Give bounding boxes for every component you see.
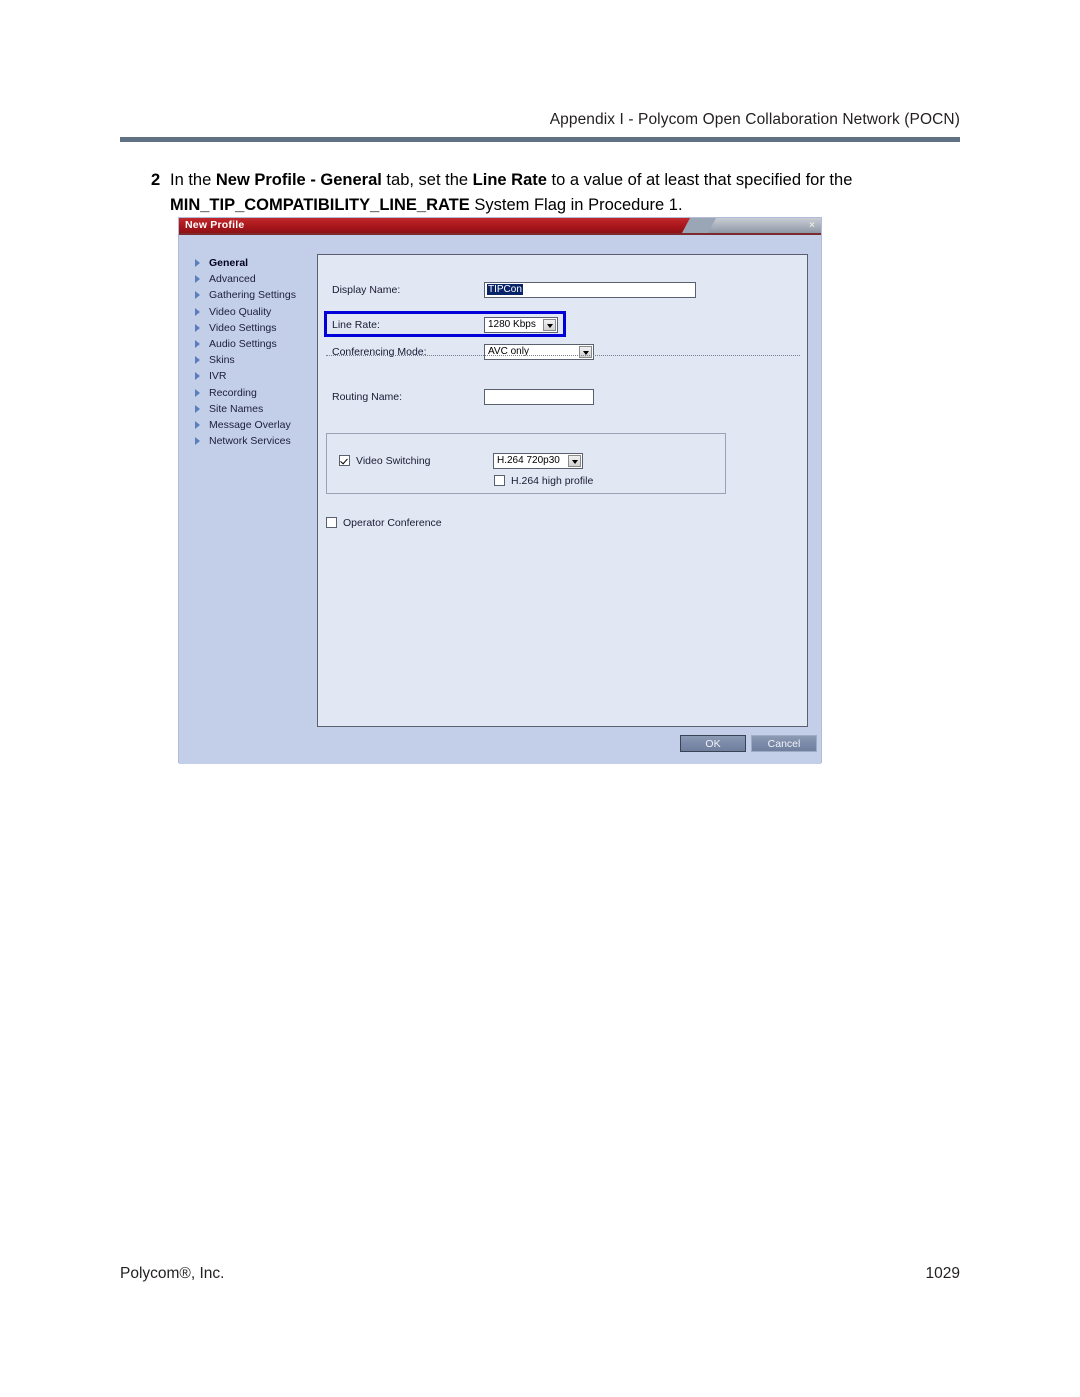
cancel-button[interactable]: Cancel: [751, 735, 817, 752]
footer-company: Polycom®, Inc.: [120, 1265, 225, 1282]
conferencing-mode-row: Conferencing Mode: AVC only: [332, 344, 792, 362]
video-switching-label: Video Switching: [356, 455, 431, 467]
line-rate-row: Line Rate: 1280 Kbps: [332, 317, 632, 335]
sidebar-item-message-overlay[interactable]: Message Overlay: [193, 417, 319, 433]
step-text-part-3: to a value of at least that specified fo…: [546, 171, 853, 189]
video-switching-groupbox: Video Switching H.264 720p30 H.264 high …: [326, 433, 726, 494]
h264-high-profile-label: H.264 high profile: [511, 475, 594, 487]
sidebar-item-video-settings[interactable]: Video Settings: [193, 320, 319, 336]
new-profile-dialog: New Profile × General Advanced Gathering…: [178, 217, 822, 764]
conferencing-mode-dropdown[interactable]: AVC only: [484, 344, 594, 360]
titlebar-red-band: [179, 218, 699, 233]
sidebar-item-label: Advanced: [209, 273, 256, 286]
sidebar-item-label: Skins: [209, 354, 235, 367]
sidebar-item-recording[interactable]: Recording: [193, 385, 319, 401]
chevron-right-icon: [195, 339, 200, 348]
page-header-title: Appendix I - Polycom Open Collaboration …: [549, 111, 960, 128]
chevron-down-icon[interactable]: [543, 319, 556, 331]
sidebar-item-label: IVR: [209, 370, 227, 383]
dialog-content-panel: Display Name: TIPCon Line Rate: 1280 Kbp…: [317, 254, 808, 727]
routing-name-input[interactable]: [484, 389, 594, 405]
operator-conference-checkbox[interactable]: [326, 517, 337, 528]
chevron-right-icon: [195, 275, 200, 284]
section-divider: [326, 355, 800, 357]
sidebar-item-advanced[interactable]: Advanced: [193, 271, 319, 287]
sidebar-item-label: Site Names: [209, 402, 264, 415]
step-bold-new-profile-general: New Profile - General: [215, 171, 382, 189]
line-rate-label: Line Rate:: [332, 319, 380, 331]
sidebar-item-gathering-settings[interactable]: Gathering Settings: [193, 287, 319, 303]
routing-name-label: Routing Name:: [332, 391, 403, 403]
h264-high-profile-checkbox[interactable]: [494, 475, 505, 486]
line-rate-dropdown[interactable]: 1280 Kbps: [484, 317, 558, 333]
step-text-part-2: tab, set the: [381, 171, 473, 189]
header-divider-rule: [120, 137, 960, 142]
sidebar-item-label: Network Services: [209, 435, 291, 448]
chevron-right-icon: [195, 372, 200, 381]
chevron-right-icon: [195, 356, 200, 365]
sidebar-item-label: General: [209, 257, 249, 269]
footer-page-number: 1029: [925, 1265, 960, 1282]
routing-name-row: Routing Name:: [332, 389, 792, 407]
sidebar-item-audio-settings[interactable]: Audio Settings: [193, 336, 319, 352]
video-switching-resolution-value: H.264 720p30: [497, 455, 560, 466]
display-name-input[interactable]: TIPCon: [484, 282, 696, 298]
step-paragraph: 2 In the New Profile - General tab, set …: [120, 168, 970, 218]
dialog-body: General Advanced Gathering Settings Vide…: [179, 235, 821, 764]
display-name-row: Display Name: TIPCon: [332, 282, 792, 300]
dialog-title: New Profile: [185, 219, 245, 231]
chevron-right-icon: [195, 291, 200, 300]
sidebar-item-ivr[interactable]: IVR: [193, 368, 319, 384]
sidebar-item-skins[interactable]: Skins: [193, 352, 319, 368]
video-switching-checkbox[interactable]: [339, 455, 350, 466]
chevron-right-icon: [195, 323, 200, 332]
sidebar-item-network-services[interactable]: Network Services: [193, 433, 319, 449]
close-icon[interactable]: ×: [809, 218, 815, 233]
line-rate-value: 1280 Kbps: [488, 319, 536, 330]
display-name-value: TIPCon: [487, 284, 523, 295]
chevron-right-icon: [195, 259, 200, 267]
sidebar-item-label: Recording: [209, 386, 257, 399]
sidebar-item-label: Video Settings: [209, 321, 277, 334]
operator-conference-label: Operator Conference: [343, 517, 442, 529]
chevron-right-icon: [195, 420, 200, 429]
step-text: In the New Profile - General tab, set th…: [170, 168, 970, 218]
sidebar-item-general[interactable]: General: [193, 255, 319, 271]
step-number: 2: [151, 171, 161, 189]
sidebar-item-label: Video Quality: [209, 305, 272, 318]
sidebar-item-video-quality[interactable]: Video Quality: [193, 304, 319, 320]
chevron-right-icon: [195, 437, 200, 446]
chevron-right-icon: [195, 388, 200, 397]
step-bold-line-rate: Line Rate: [472, 171, 547, 189]
dialog-sidebar-nav: General Advanced Gathering Settings Vide…: [193, 255, 319, 449]
sidebar-item-label: Message Overlay: [209, 418, 291, 431]
chevron-right-icon: [195, 307, 200, 316]
display-name-label: Display Name:: [332, 284, 401, 296]
ok-button[interactable]: OK: [680, 735, 746, 752]
sidebar-item-label: Audio Settings: [209, 337, 277, 350]
sidebar-item-label: Gathering Settings: [209, 289, 296, 302]
chevron-down-icon[interactable]: [568, 455, 581, 467]
step-bold-system-flag: MIN_TIP_COMPATIBILITY_LINE_RATE: [170, 196, 470, 214]
sidebar-item-site-names[interactable]: Site Names: [193, 401, 319, 417]
video-switching-resolution-dropdown[interactable]: H.264 720p30: [493, 453, 583, 469]
chevron-right-icon: [195, 404, 200, 413]
step-text-part-1: In the: [170, 171, 216, 189]
dialog-titlebar: New Profile ×: [179, 218, 821, 233]
step-text-part-4: System Flag in Procedure 1.: [469, 196, 683, 214]
